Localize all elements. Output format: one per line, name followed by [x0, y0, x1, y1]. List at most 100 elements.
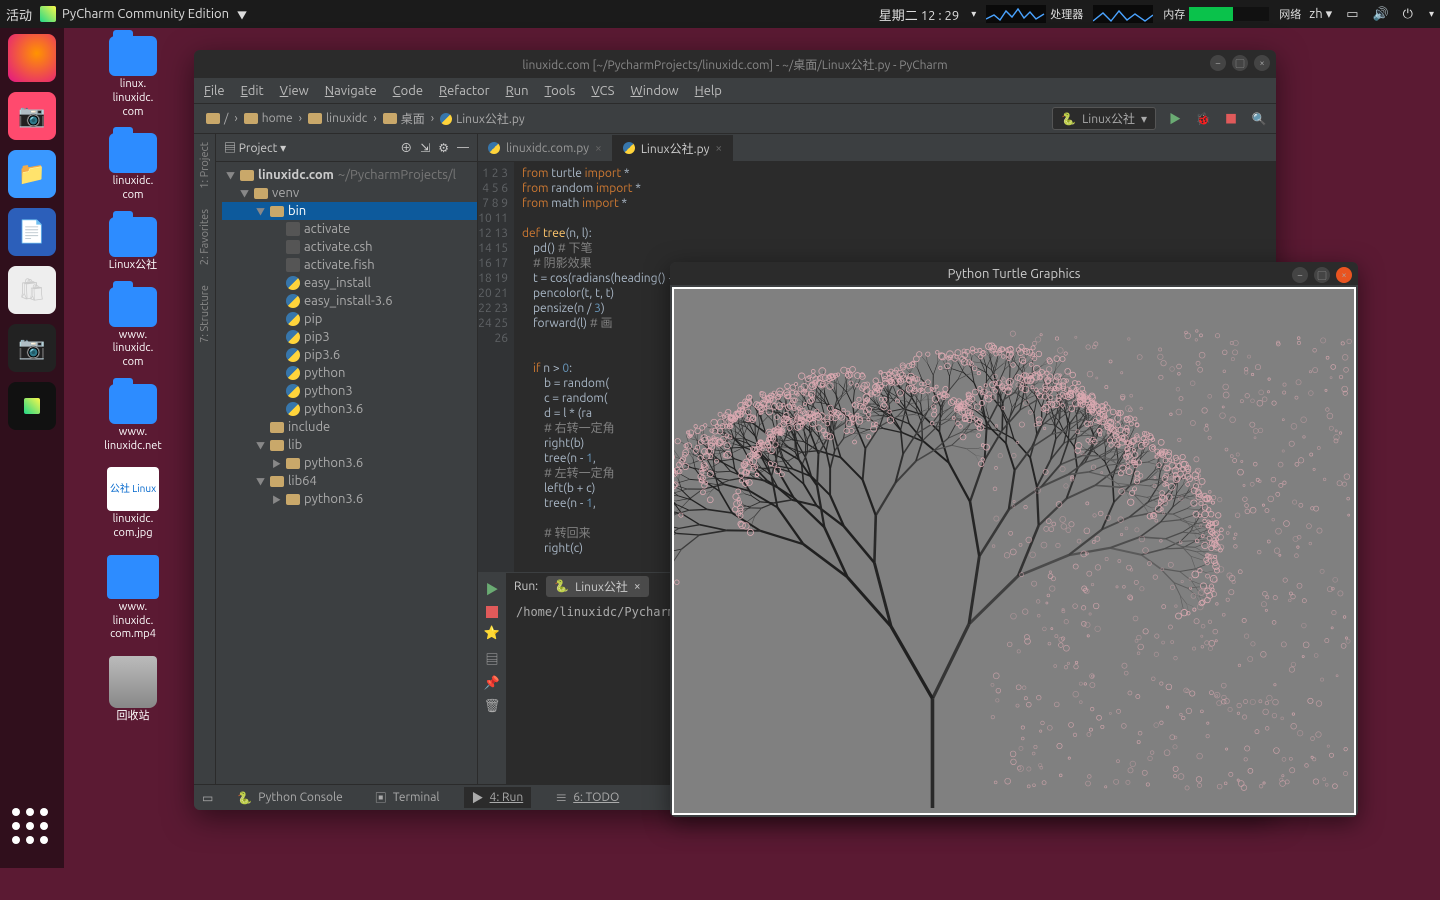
terminal-button[interactable]: ▣ Terminal — [367, 787, 448, 808]
maximize-button[interactable]: ▢ — [1232, 55, 1248, 71]
stop-button[interactable] — [486, 606, 498, 618]
turtle-titlebar[interactable]: Python Turtle Graphics – ▢ × — [670, 262, 1358, 285]
tree-node[interactable]: ▼ lib64 — [222, 472, 477, 490]
run-config-selector[interactable]: 🐍 Linux公社 ▾ — [1052, 107, 1156, 130]
tree-node[interactable]: pip3 — [222, 328, 477, 346]
project-tool-tab[interactable]: 1: Project — [199, 142, 211, 189]
close-button[interactable]: × — [1254, 55, 1270, 71]
run-tool-button[interactable]: ▶ 4: Run — [464, 787, 532, 808]
structure-tool-tab[interactable]: 7: Structure — [199, 285, 211, 343]
tree-node[interactable]: include — [222, 418, 477, 436]
menu-item[interactable]: View — [280, 84, 309, 98]
tree-node[interactable]: activate.csh — [222, 238, 477, 256]
breadcrumb-root[interactable]: / — [202, 112, 232, 125]
python-console-button[interactable]: 🐍 Python Console — [229, 789, 350, 807]
tree-node[interactable]: pip3.6 — [222, 346, 477, 364]
run-button[interactable]: ▶ — [1166, 110, 1184, 128]
writer-icon[interactable]: 📄 — [8, 208, 56, 256]
gear-icon[interactable]: ⚙ — [438, 141, 449, 155]
debug-button[interactable]: 🐞 — [1194, 110, 1212, 128]
run-tab[interactable]: 🐍 Linux公社 × — [546, 576, 649, 597]
collapse-icon[interactable]: ⇲ — [420, 141, 430, 155]
stop-button[interactable]: ■ — [1222, 110, 1240, 128]
trash-icon[interactable]: 🗑 — [484, 699, 501, 714]
locate-icon[interactable]: ⊕ — [400, 139, 412, 156]
breadcrumb[interactable]: linuxidc — [304, 112, 371, 125]
focused-app[interactable]: PyCharm Community Edition ▼ — [40, 6, 247, 22]
camera-icon[interactable]: 📷 — [8, 324, 56, 372]
hide-icon[interactable]: — — [457, 141, 469, 154]
network-icon[interactable]: ▭ — [1346, 7, 1358, 22]
files-icon[interactable]: 📁 — [8, 150, 56, 198]
menu-item[interactable]: Tools — [545, 84, 576, 98]
menu-item[interactable]: VCS — [591, 84, 614, 98]
desktop-item[interactable]: 公社 Linuxlinuxidc. com.jpg — [88, 467, 178, 541]
maximize-button[interactable]: ▢ — [1314, 267, 1330, 283]
menu-item[interactable]: Refactor — [439, 84, 490, 98]
ime-indicator[interactable]: zh ▾ — [1309, 7, 1332, 22]
menu-item[interactable]: Help — [695, 84, 722, 98]
desktop-item[interactable]: 回收站 — [88, 656, 178, 724]
tree-node[interactable]: activate — [222, 220, 477, 238]
cpu-monitor[interactable]: 处理器 — [986, 5, 1083, 23]
desktop-item[interactable]: linux. linuxidc. com — [88, 36, 178, 119]
minimize-button[interactable]: – — [1292, 267, 1308, 283]
tree-node[interactable]: ▼ lib — [222, 436, 477, 454]
firefox-icon[interactable] — [8, 34, 56, 82]
tree-node[interactable]: ▼ linuxidc.com ~/PycharmProjects/l — [222, 166, 477, 184]
volume-icon[interactable]: 🔊 — [1372, 7, 1388, 22]
tree-node[interactable]: ▶ python3.6 — [222, 454, 477, 472]
tree-node[interactable]: activate.fish — [222, 256, 477, 274]
menu-item[interactable]: Navigate — [325, 84, 377, 98]
todo-button[interactable]: ≡ 6: TODO — [547, 787, 627, 808]
desktop-item[interactable]: Linux公社 — [88, 217, 178, 273]
activities-button[interactable]: 活动 — [6, 5, 32, 24]
menu-item[interactable]: Window — [630, 84, 678, 98]
desktop-item[interactable]: www. linuxidc. com — [88, 287, 178, 370]
project-tree[interactable]: ▼ linuxidc.com ~/PycharmProjects/l▼ venv… — [216, 162, 477, 784]
tree-node[interactable]: ▼ bin — [222, 202, 477, 220]
rerun-button[interactable]: ▶ — [485, 579, 498, 598]
pin2-icon[interactable]: 📌 — [484, 676, 500, 691]
menu-item[interactable]: Edit — [241, 84, 264, 98]
pycharm-launcher-icon[interactable] — [8, 382, 56, 430]
tree-node[interactable]: easy_install — [222, 274, 477, 292]
clock-label[interactable]: 星期二 12 : 29 — [879, 5, 959, 24]
close-button[interactable]: × — [1336, 267, 1352, 283]
tree-node[interactable]: python3 — [222, 382, 477, 400]
tree-node[interactable]: ▶ python3.6 — [222, 490, 477, 508]
tree-node[interactable]: python3.6 — [222, 400, 477, 418]
power-icon[interactable]: ⏻ — [1403, 7, 1413, 22]
mem-label: 内存 — [1163, 6, 1185, 22]
desktop-item[interactable]: www. linuxidc. com.mp4 — [88, 555, 178, 642]
net-graph[interactable] — [1093, 5, 1153, 23]
desktop-item[interactable]: www. linuxidc.net — [88, 384, 178, 454]
search-icon[interactable]: 🔍 — [1250, 110, 1268, 128]
show-apps-button[interactable] — [12, 808, 48, 844]
minimize-button[interactable]: – — [1210, 55, 1226, 71]
turtle-window[interactable]: Python Turtle Graphics – ▢ × — [670, 262, 1358, 817]
editor-tab[interactable]: Linux公社.py × — [613, 135, 733, 161]
favorites-tool-tab[interactable]: 2: Favorites — [199, 209, 211, 265]
menu-item[interactable]: Run — [506, 84, 529, 98]
window-titlebar[interactable]: linuxidc.com [~/PycharmProjects/linuxidc… — [194, 50, 1276, 78]
tree-node[interactable]: ▼ venv — [222, 184, 477, 202]
pin-icon[interactable]: ⭐ — [484, 626, 500, 641]
editor-tab[interactable]: linuxidc.com.py × — [478, 135, 613, 161]
breadcrumb[interactable]: Linux公社.py — [436, 110, 529, 127]
net-label[interactable]: 网络 — [1279, 6, 1301, 22]
turtle-canvas — [672, 287, 1356, 815]
software-icon[interactable]: 🛍 — [8, 266, 56, 314]
tree-node[interactable]: python — [222, 364, 477, 382]
tool-status-icon[interactable]: ▭ — [202, 791, 213, 805]
menu-item[interactable]: Code — [393, 84, 423, 98]
tree-node[interactable]: pip — [222, 310, 477, 328]
menu-item[interactable]: File — [204, 84, 225, 98]
breadcrumb[interactable]: home — [240, 112, 297, 125]
breadcrumb[interactable]: 桌面 — [379, 110, 429, 127]
screenshot-icon[interactable]: 📷 — [8, 92, 56, 140]
mem-monitor[interactable]: 内存 — [1163, 6, 1269, 22]
tree-node[interactable]: easy_install-3.6 — [222, 292, 477, 310]
layout-icon[interactable]: ▤ — [485, 649, 498, 668]
desktop-item[interactable]: linuxidc. com — [88, 133, 178, 203]
